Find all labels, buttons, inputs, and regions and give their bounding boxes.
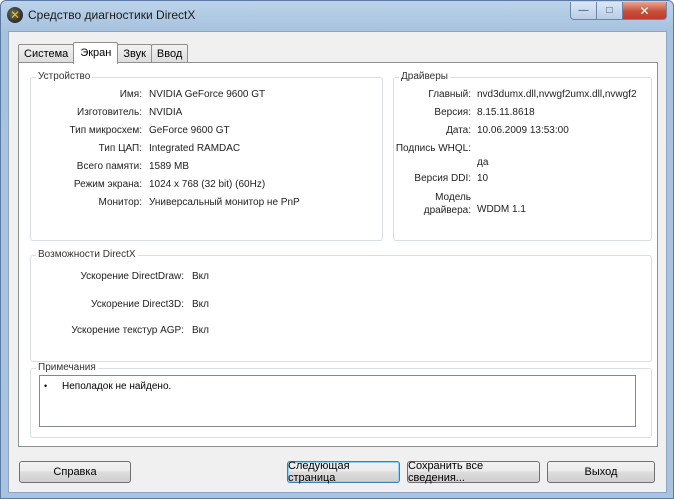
minimize-icon: — <box>578 5 589 16</box>
drivers-group-title: Драйверы <box>399 71 450 82</box>
tab-display[interactable]: Экран <box>73 42 119 64</box>
next-page-button[interactable]: Следующая страница <box>287 460 400 484</box>
notes-textbox[interactable]: • Неполадок не найдено. <box>39 375 636 427</box>
directx-app-icon: ✕ <box>7 7 23 23</box>
client-area: Система Экран Звук Ввод Устройство Имя: … <box>8 31 667 493</box>
maximize-icon: □ <box>606 5 613 16</box>
tab-strip: Система Экран Звук Ввод <box>18 42 189 64</box>
close-button[interactable]: ✕ <box>623 2 667 20</box>
maximize-button[interactable]: □ <box>597 2 623 20</box>
window-controls: — □ ✕ <box>570 2 667 20</box>
minimize-button[interactable]: — <box>570 2 597 20</box>
close-icon: ✕ <box>639 3 650 18</box>
help-button[interactable]: Справка <box>19 461 131 483</box>
window-title: Средство диагностики DirectX <box>28 8 196 22</box>
dxdiag-window: ✕ Средство диагностики DirectX — □ ✕ Сис… <box>0 0 674 499</box>
notes-group-title: Примечания <box>36 362 98 373</box>
device-group: Устройство <box>30 71 383 241</box>
directx-features-title: Возможности DirectX <box>36 249 138 260</box>
note-item: Неполадок не найдено. <box>62 381 172 392</box>
title-bar[interactable]: ✕ Средство диагностики DirectX — □ ✕ <box>1 1 673 29</box>
save-all-info-button[interactable]: Сохранить все сведения... <box>407 460 540 484</box>
tab-system[interactable]: Система <box>18 44 75 63</box>
exit-button[interactable]: Выход <box>547 461 655 483</box>
bullet-icon: • <box>44 381 48 391</box>
tab-input[interactable]: Ввод <box>150 44 189 63</box>
device-group-title: Устройство <box>36 71 93 82</box>
tab-sound[interactable]: Звук <box>117 44 152 63</box>
